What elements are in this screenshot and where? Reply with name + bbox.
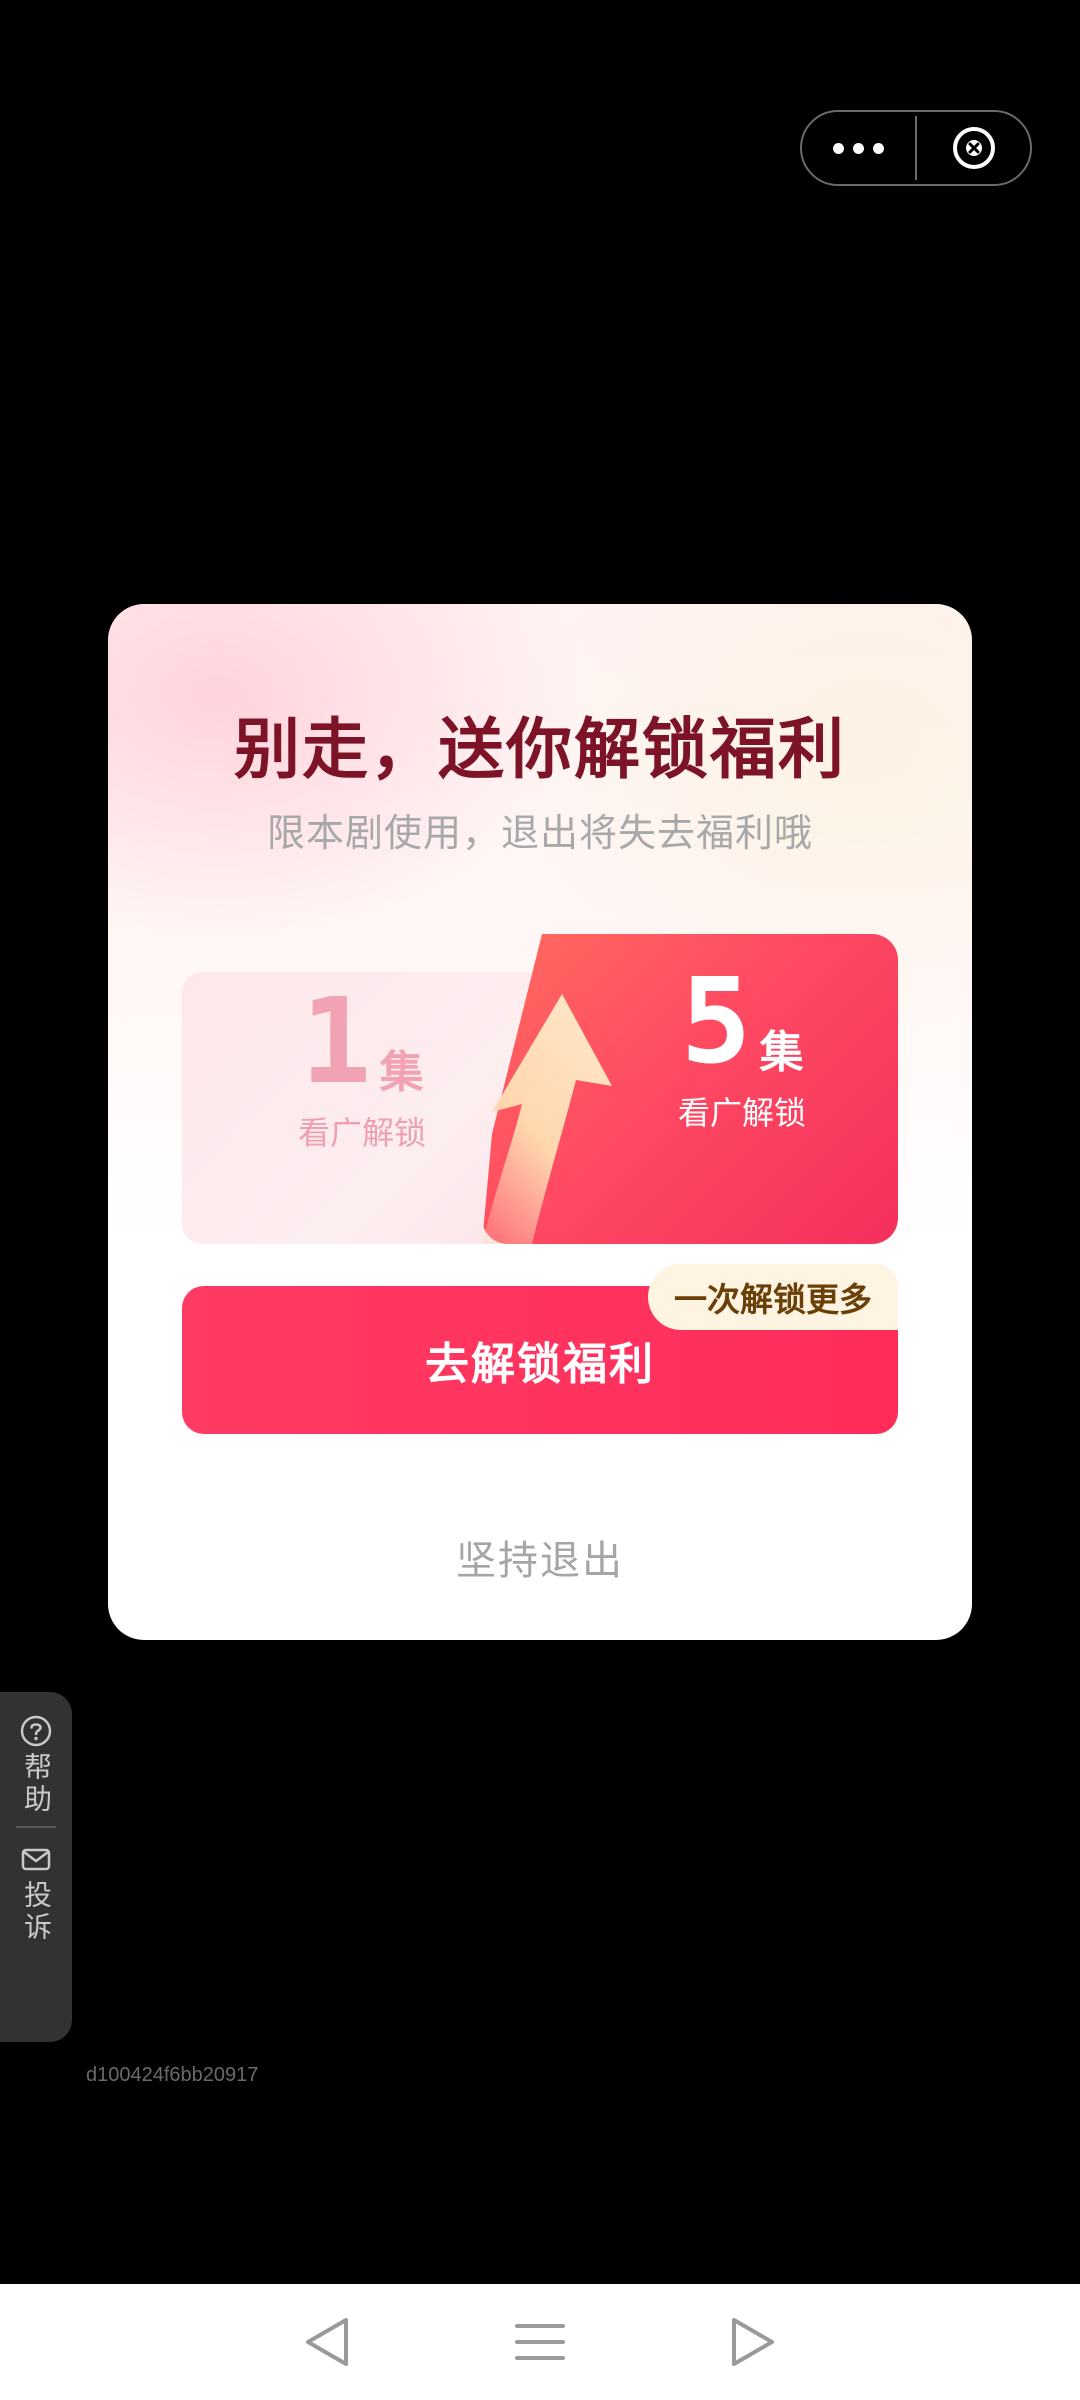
- after-unit: 集: [759, 1027, 804, 1078]
- side-help-tab: 帮助 投诉: [0, 1692, 72, 2042]
- insist-quit-button[interactable]: 坚持退出: [108, 1528, 972, 1586]
- close-miniapp-button[interactable]: [917, 112, 1030, 184]
- side-tab-divider: [16, 1826, 56, 1828]
- dialog-title: 别走，送你解锁福利: [234, 711, 846, 788]
- unlock-more-badge: 一次解锁更多: [648, 1264, 898, 1330]
- before-number: 1: [300, 972, 372, 1110]
- close-circle-icon: [952, 127, 995, 169]
- before-caption: 看广解锁: [297, 1114, 426, 1152]
- nav-menu-button[interactable]: [500, 2302, 580, 2382]
- question-circle-icon: [20, 1715, 52, 1747]
- unlock-compare-card: 1 集 看广解锁 5 集 看广解锁: [182, 934, 898, 1244]
- after-caption: 看广解锁: [677, 1094, 806, 1132]
- complain-label: 投诉: [20, 1880, 53, 1944]
- help-button[interactable]: 帮助: [17, 1714, 55, 1816]
- forward-triangle-icon: [732, 2318, 775, 2366]
- before-unit: 集: [379, 1047, 424, 1098]
- after-unlock-count: 5 集 看广解锁: [622, 962, 862, 1134]
- help-label: 帮助: [20, 1752, 53, 1816]
- back-triangle-icon: [305, 2318, 348, 2366]
- mail-icon: [21, 1848, 51, 1871]
- after-number: 5: [680, 952, 752, 1090]
- more-dots-icon: [833, 142, 884, 154]
- retention-dialog: 别走，送你解锁福利 限本剧使用，退出将失去福利哦 1 集 看广解锁 5 集 看广…: [108, 604, 972, 1640]
- before-unlock-count: 1 集 看广解锁: [242, 982, 482, 1154]
- nav-back-button[interactable]: [287, 2302, 367, 2382]
- nav-forward-button[interactable]: [713, 2302, 793, 2382]
- menu-lines-icon: [514, 2324, 565, 2360]
- miniapp-capsule: [800, 110, 1032, 186]
- more-button[interactable]: [802, 112, 915, 184]
- dialog-subtitle: 限本剧使用，退出将失去福利哦: [266, 811, 813, 855]
- system-nav-bar: [0, 2284, 1080, 2400]
- complain-button[interactable]: 投诉: [17, 1842, 55, 1944]
- trace-id-text: d100424f6bb20917: [86, 2064, 259, 2086]
- cta-area: 去解锁福利 一次解锁更多: [182, 1264, 898, 1436]
